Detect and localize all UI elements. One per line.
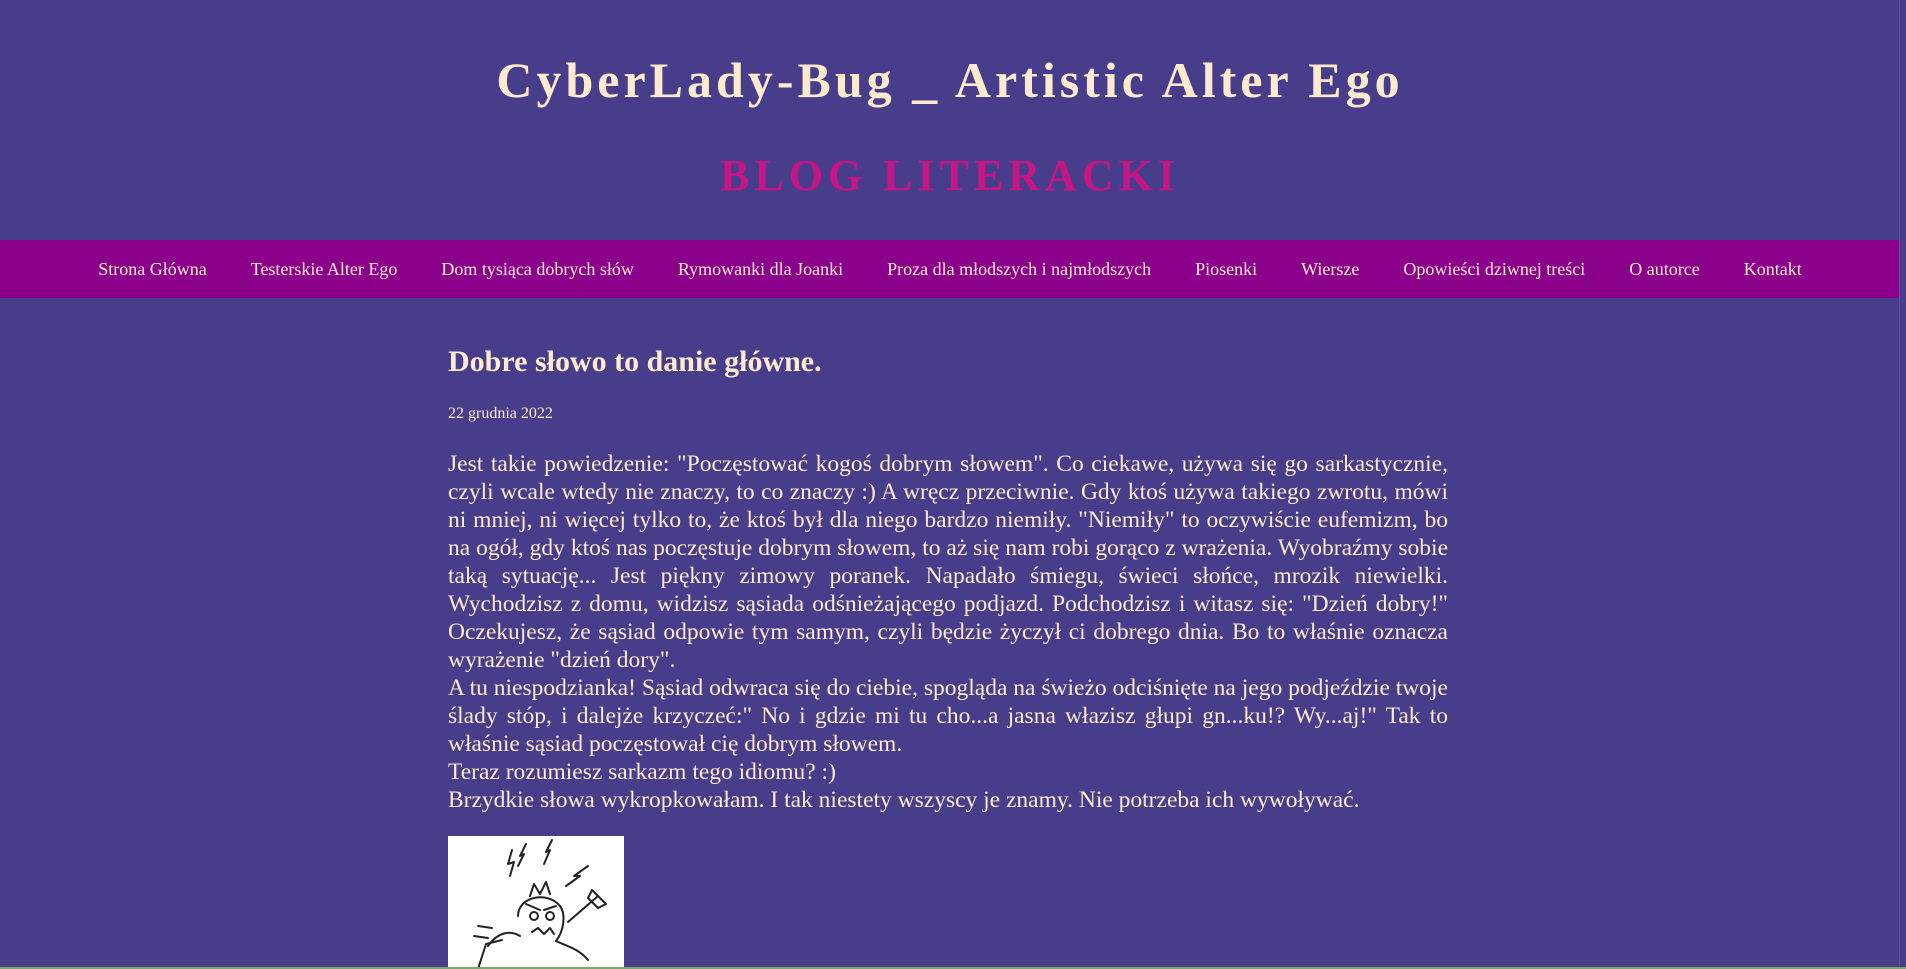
post-illustration-image[interactable]: [448, 836, 624, 969]
nav-item-rymowanki-dla-joanki[interactable]: Rymowanki dla Joanki: [656, 259, 865, 280]
cartoon-sketch-icon: [448, 836, 624, 969]
nav-item-piosenki[interactable]: Piosenki: [1173, 259, 1279, 280]
nav-item-opowiesci[interactable]: Opowieści dziwnej treści: [1381, 259, 1607, 280]
main-navigation: Strona Główna Testerskie Alter Ego Dom t…: [0, 240, 1900, 298]
vertical-scrollbar[interactable]: [1899, 0, 1906, 969]
page: CyberLady-Bug _ Artistic Alter Ego BLOG …: [0, 0, 1906, 969]
post-date: 22 grudnia 2022: [448, 405, 553, 422]
nav-list: Strona Główna Testerskie Alter Ego Dom t…: [0, 240, 1900, 298]
blog-post: Dobre słowo to danie główne. 22 grudnia …: [448, 340, 1448, 814]
site-header: CyberLady-Bug _ Artistic Alter Ego BLOG …: [0, 0, 1900, 240]
post-body: Jest takie powiedzenie: "Poczęstować kog…: [448, 450, 1448, 814]
post-paragraph: Jest takie powiedzenie: "Poczęstować kog…: [448, 451, 1448, 673]
nav-item-dom-tysiaca-dobrych-slow[interactable]: Dom tysiąca dobrych słów: [419, 259, 655, 280]
post-paragraph: Teraz rozumiesz sarkazm tego idiomu? :): [448, 759, 836, 785]
nav-item-strona-glowna[interactable]: Strona Główna: [76, 259, 228, 280]
nav-item-proza[interactable]: Proza dla młodszych i najmłodszych: [865, 259, 1173, 280]
nav-item-o-autorce[interactable]: O autorce: [1607, 259, 1721, 280]
post-paragraph: A tu niespodzianka! Sąsiad odwraca się d…: [448, 675, 1448, 757]
site-subtitle: BLOG LITERACKI: [720, 151, 1180, 200]
site-title[interactable]: CyberLady-Bug _ Artistic Alter Ego: [0, 50, 1900, 110]
nav-item-kontakt[interactable]: Kontakt: [1722, 259, 1824, 280]
nav-item-wiersze[interactable]: Wiersze: [1279, 259, 1381, 280]
post-title[interactable]: Dobre słowo to danie główne.: [448, 340, 1448, 384]
nav-item-testerskie-alter-ego[interactable]: Testerskie Alter Ego: [229, 259, 420, 280]
post-paragraph: Brzydkie słowa wykropkowałam. I tak nies…: [448, 787, 1360, 813]
